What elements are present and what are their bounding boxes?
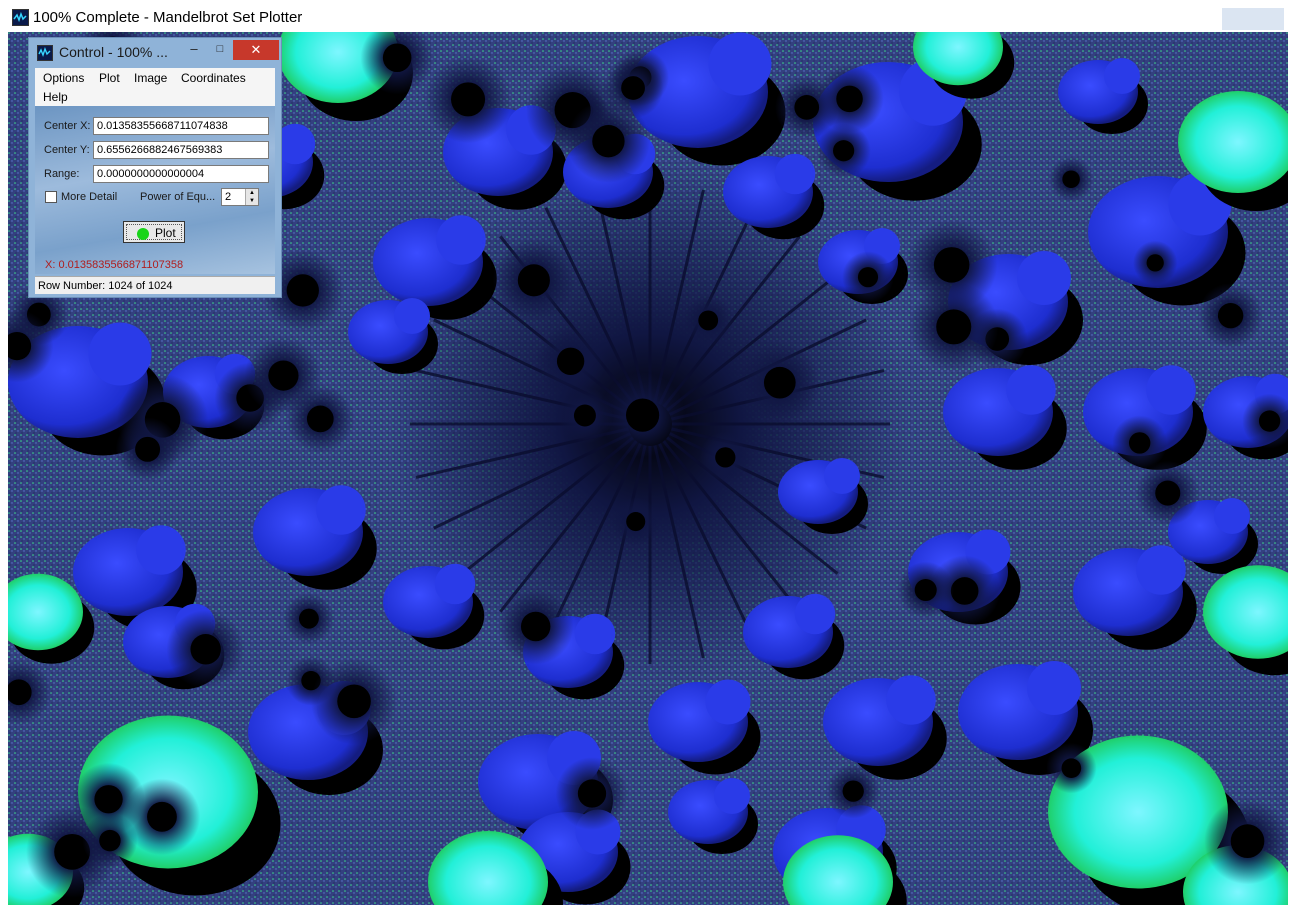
app-icon (12, 9, 29, 26)
plot-button-focus: Plot (126, 224, 182, 240)
power-spinner[interactable]: 2 ▲ ▼ (221, 188, 259, 206)
status-bar: Row Number: 1024 of 1024 (35, 276, 275, 294)
x-readout: X: 0.0135835566871107358 (45, 259, 183, 271)
close-icon[interactable]: ✕ (233, 40, 279, 60)
menu-plot[interactable]: Plot (99, 71, 120, 85)
plot-dot-icon (137, 228, 149, 240)
menu-options[interactable]: Options (43, 71, 84, 85)
center-x-field[interactable]: 0.0135835566871107483​8 (93, 117, 269, 135)
maximize-icon[interactable]: □ (207, 41, 233, 59)
control-title: Control - 100% ... (59, 44, 168, 60)
minimize-icon[interactable]: – (181, 41, 207, 59)
control-panel: Center X: 0.0135835566871107483​8 Center… (35, 106, 275, 274)
menu-help[interactable]: Help (43, 90, 68, 104)
control-app-icon (37, 45, 53, 61)
more-detail-label: More Detail (61, 191, 118, 203)
title-bar-highlight (1222, 8, 1284, 30)
spin-up-icon[interactable]: ▲ (245, 189, 258, 197)
spin-down-icon[interactable]: ▼ (245, 197, 258, 205)
main-title-bar[interactable]: 100% Complete - Mandelbrot Set Plotter (0, 0, 1296, 34)
power-value: 2 (225, 191, 232, 203)
power-label: Power of Equ... (140, 191, 216, 203)
range-label: Range: (44, 168, 80, 180)
center-y-label: Center Y: (44, 144, 90, 156)
plot-button[interactable]: Plot (123, 221, 185, 243)
more-detail-checkbox[interactable] (45, 191, 57, 203)
menu-image[interactable]: Image (134, 71, 167, 85)
x-readout-label: X: (45, 259, 56, 271)
center-y-field[interactable]: 0.6556266882467569383 (93, 141, 269, 159)
range-field[interactable]: 0.0000000000000004 (93, 165, 269, 183)
control-title-bar[interactable]: Control - 100% ... – □ ✕ (29, 38, 281, 66)
plot-button-label: Plot (155, 226, 176, 240)
control-window[interactable]: Control - 100% ... – □ ✕ Options Plot Im… (28, 37, 282, 298)
center-x-label: Center X: (44, 120, 91, 132)
x-readout-value: 0.0135835566871107358 (58, 259, 184, 271)
menu-coordinates[interactable]: Coordinates (181, 71, 246, 85)
menu-bar: Options Plot Image Coordinates Help (35, 68, 275, 106)
window-title: 100% Complete - Mandelbrot Set Plotter (33, 9, 303, 26)
